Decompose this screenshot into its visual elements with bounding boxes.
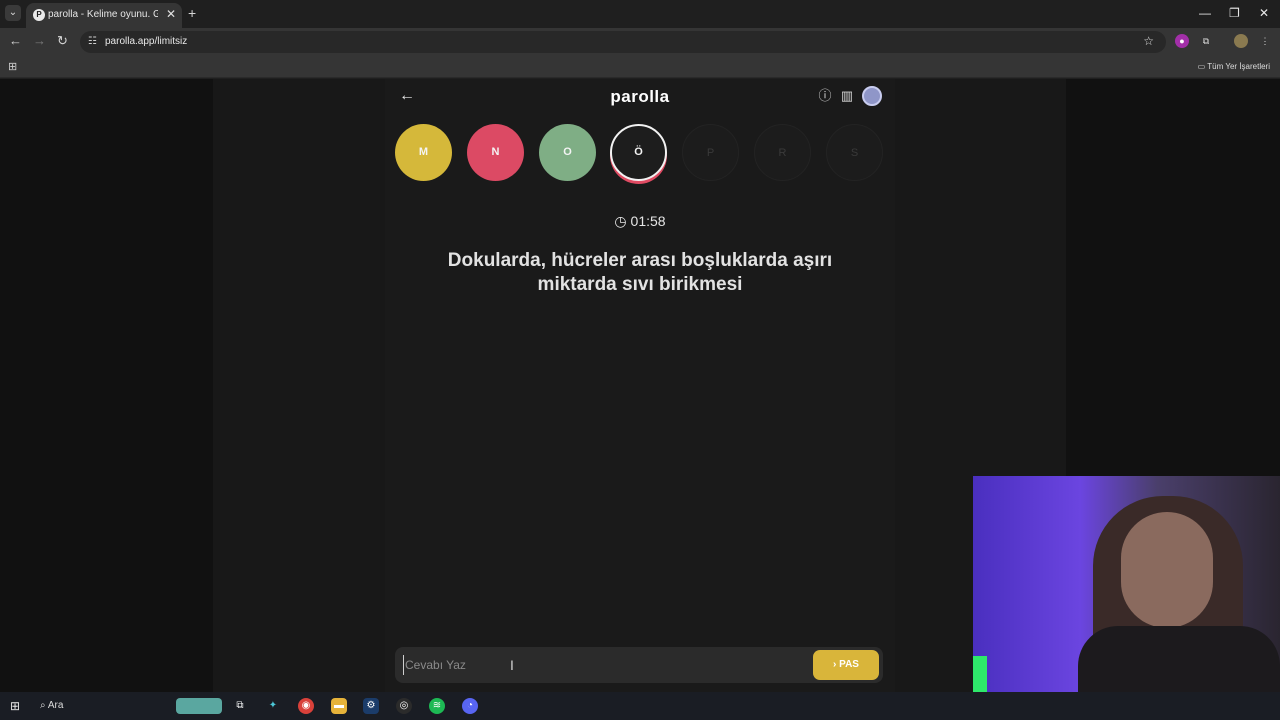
pass-button[interactable]: › PAS: [813, 650, 879, 680]
wing-app-icon[interactable]: ✦: [265, 698, 281, 714]
webcam-overlay: [973, 476, 1280, 720]
letter-circle-active: Ö: [610, 124, 667, 181]
tab-search-chevron-icon[interactable]: ⌄: [5, 5, 21, 21]
extension-icon[interactable]: ●: [1175, 34, 1189, 48]
game-header: ← parolla ⓘ ▥: [385, 79, 895, 115]
back-navigation-icon[interactable]: ←: [9, 34, 22, 48]
browser-menu-icon[interactable]: ⋮: [1258, 34, 1272, 48]
bookmark-star-icon[interactable]: ☆: [1143, 34, 1154, 49]
obs-icon[interactable]: ◎: [396, 698, 412, 714]
windows-start-icon[interactable]: ⊞: [10, 699, 20, 713]
browser-tab-strip: ⌄ P parolla - Kelime oyunu. Günlük ✕ + —…: [0, 0, 1280, 28]
profile-avatar[interactable]: [1234, 34, 1248, 48]
browser-tab[interactable]: P parolla - Kelime oyunu. Günlük ✕: [26, 3, 182, 28]
letter-circle-r: R: [754, 124, 811, 181]
browser-toolbar: ← → ↻ ☷ parolla.app/limitsiz ☆ ● ⧉ ⋮: [0, 28, 1280, 56]
new-tab-icon[interactable]: +: [188, 6, 196, 20]
restore-window-icon[interactable]: ❐: [1229, 6, 1240, 20]
all-bookmarks-label: Tüm Yer İşaretleri: [1207, 62, 1270, 71]
task-view-icon[interactable]: ⧉: [232, 698, 248, 714]
extensions-puzzle-icon[interactable]: ⧉: [1199, 34, 1213, 48]
pass-label: PAS: [839, 659, 859, 670]
clue-text: Dokularda, hücreler arası boşluklarda aş…: [447, 250, 833, 295]
steam-icon[interactable]: ⚙: [363, 698, 379, 714]
close-tab-icon[interactable]: ✕: [166, 7, 176, 21]
address-bar[interactable]: ☷ parolla.app/limitsiz ☆: [80, 31, 1166, 53]
chevron-right-icon: ›: [833, 659, 837, 670]
close-window-icon[interactable]: ✕: [1259, 6, 1269, 20]
reload-icon[interactable]: ↻: [57, 34, 68, 48]
site-info-icon[interactable]: ☷: [88, 35, 97, 49]
file-explorer-icon[interactable]: ▬: [331, 698, 347, 714]
text-cursor-icon: I: [510, 657, 514, 673]
info-icon[interactable]: ⓘ: [818, 89, 832, 103]
letter-circle-s: S: [826, 124, 883, 181]
countdown-timer: ◷ 01:58: [385, 212, 895, 230]
discord-icon[interactable]: ◔: [462, 698, 478, 714]
search-icon: ⌕: [40, 700, 46, 711]
windows-taskbar: ⊞ ⌕ Ara ⧉ ✦ ◉ ▬ ⚙ ◎ ≋ ◔: [0, 692, 1280, 720]
spotify-icon[interactable]: ≋: [429, 698, 445, 714]
address-url[interactable]: parolla.app/limitsiz: [105, 35, 187, 49]
apps-grid-icon[interactable]: ⊞: [8, 61, 17, 73]
taskbar-search-label: Ara: [47, 700, 64, 711]
folder-icon: ▭: [1197, 62, 1206, 71]
parolla-favicon-icon: P: [33, 9, 45, 21]
bookmarks-bar: ⊞ ▭ Tüm Yer İşaretleri: [0, 56, 1280, 78]
clock-icon: ◷: [614, 213, 627, 229]
stats-icon[interactable]: ▥: [840, 89, 854, 103]
taskbar-search[interactable]: ⌕ Ara: [32, 694, 172, 718]
timer-value: 01:58: [630, 213, 666, 229]
all-bookmarks-button[interactable]: ▭ Tüm Yer İşaretleri: [1198, 60, 1270, 74]
letter-circle-p: P: [682, 124, 739, 181]
letter-circle-m: M: [395, 124, 452, 181]
parolla-game: ← parolla ⓘ ▥ M N O Ö P R S ◷ 01:58 Doku…: [385, 79, 895, 692]
tab-title: parolla - Kelime oyunu. Günlük: [48, 9, 158, 20]
widgets-icon[interactable]: [176, 698, 222, 714]
minimize-window-icon[interactable]: —: [1199, 6, 1211, 20]
answer-bar: I › PAS: [395, 647, 883, 683]
letter-circle-n: N: [467, 124, 524, 181]
chrome-icon[interactable]: ◉: [298, 698, 314, 714]
forward-navigation-icon[interactable]: →: [33, 34, 46, 48]
user-avatar[interactable]: [862, 86, 882, 106]
streamer-face: [1121, 512, 1213, 628]
letter-progress-row: M N O Ö P R S: [395, 124, 885, 184]
answer-input[interactable]: [403, 655, 793, 675]
letter-circle-o: O: [539, 124, 596, 181]
